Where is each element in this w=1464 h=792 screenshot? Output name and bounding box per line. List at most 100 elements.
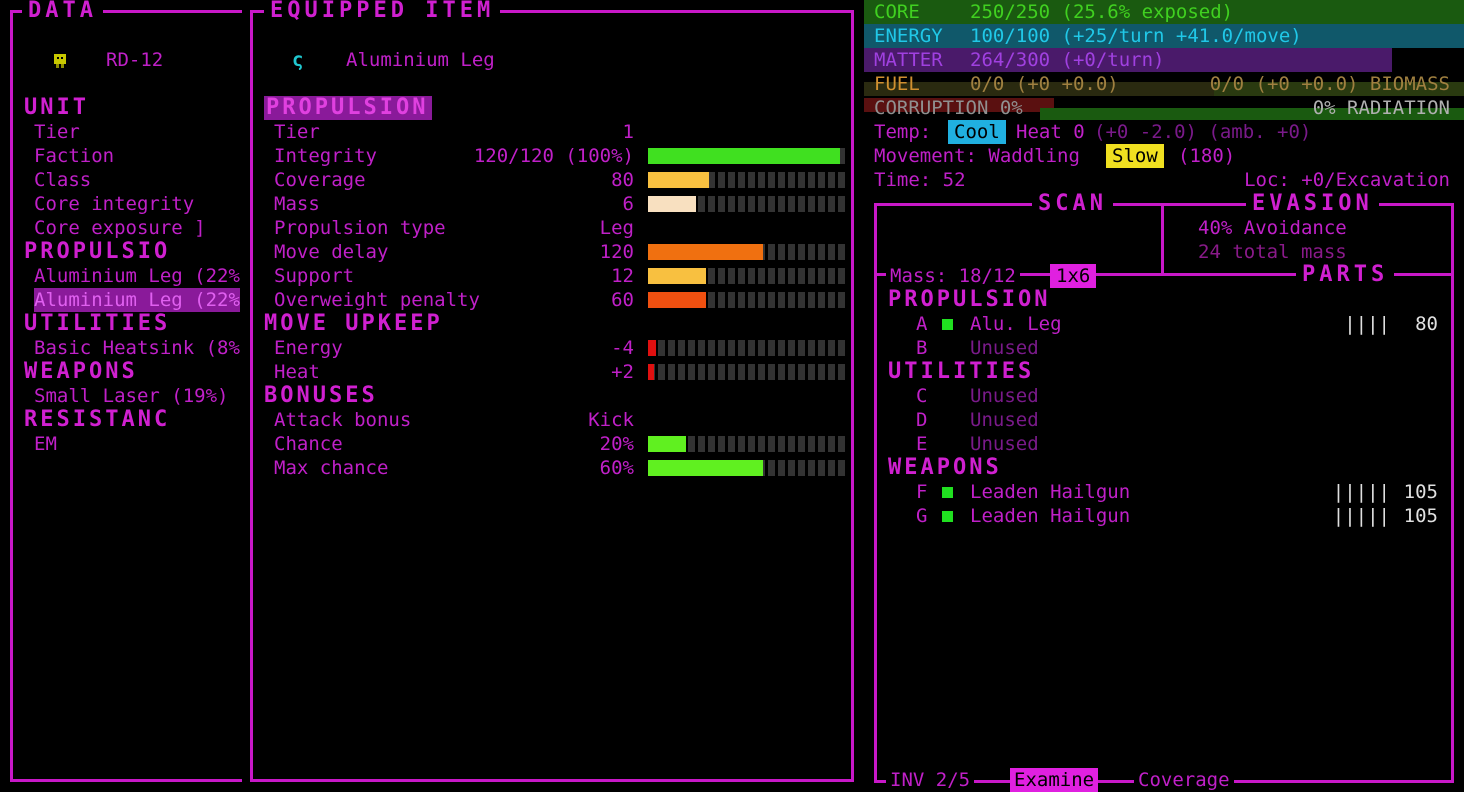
stat-label: Heat [274,361,320,383]
avoidance-text: 40% Avoidance [1198,217,1347,239]
item-name: Aluminium Leg [346,49,495,71]
data-section-header: RESISTANC [24,408,171,432]
slot-value: 80 [1415,313,1438,335]
stat-label: Integrity [274,145,377,167]
biomass-value: 0/0 (+0 +0.0) BIOMASS [1209,73,1450,95]
stat-value: 12 [611,265,634,287]
radiation-value: 0% RADIATION [1312,97,1450,119]
stat-bar [648,460,845,476]
data-panel-title: DATA [22,0,103,22]
slot-name[interactable]: Unused [970,384,1039,408]
parts-group-header: PROPULSION [888,288,1051,312]
stat-label: Attack bonus [274,409,412,431]
equipped-item-title: EQUIPPED ITEM [264,0,501,22]
slot-key[interactable]: E [916,432,927,456]
fuel-value: 0/0 (+0 +0.0) [970,73,1119,95]
stat-label: Move delay [274,241,389,263]
data-section-header: WEAPONS [24,360,138,384]
slot-value: 105 [1403,505,1438,527]
parts-group-header: UTILITIES [888,360,1035,384]
stat-label: Propulsion type [274,217,446,239]
mass-badge[interactable]: 1x6 [1050,264,1097,288]
data-item[interactable]: Aluminium Leg (22% [34,264,240,288]
movement-label: Movement: Waddling [874,145,1080,167]
data-item[interactable]: Core integrity [34,192,240,216]
matter-value: 264/300 (+0/turn) [970,49,1165,71]
slot-name[interactable]: Leaden Hailgun [970,504,1130,528]
stat-bar [648,340,845,356]
robot-icon [52,51,68,68]
stat-bar [648,268,845,284]
slot-status-icon [942,319,953,330]
movement-detail: (180) [1178,145,1236,167]
heat-value: Heat 0 [1016,121,1085,143]
slot-key[interactable]: F [916,480,927,504]
stat-label: Coverage [274,169,366,191]
stat-label: Mass [274,193,320,215]
heat-detail: (+0 -2.0) (amb. +0) [1094,121,1312,143]
stat-value: 60% [599,457,634,479]
data-item[interactable]: Tier [34,120,240,144]
core-label: CORE [874,1,920,23]
stat-bar [648,148,845,164]
scan-title: SCAN [1032,193,1113,215]
data-item[interactable]: Class [34,168,240,192]
item-section-header: MOVE UPKEEP [264,312,443,336]
slot-name[interactable]: Unused [970,432,1039,456]
stat-value: 20% [599,433,634,455]
stat-value: 120 [599,241,634,263]
data-section-header: PROPULSIO [24,240,171,264]
robot-name: RD-12 [106,49,164,71]
stat-value: 6 [622,193,634,215]
data-section-header: UTILITIES [24,312,171,336]
corruption-label: CORRUPTION 0% [874,97,1023,119]
fuel-label: FUEL [874,73,920,95]
leg-icon: ς [292,49,304,71]
parts-title: PARTS [1296,264,1395,286]
slot-key[interactable]: G [916,504,927,528]
stat-value: Kick [588,409,634,431]
energy-label: ENERGY [874,25,943,47]
data-item[interactable]: Faction [34,144,240,168]
time-value: Time: 52 [874,169,966,191]
slot-key[interactable]: B [916,336,927,360]
stat-value: -4 [611,337,634,359]
inv-label[interactable]: INV 2/5 [886,768,975,792]
temp-label: Temp: [874,121,932,143]
slot-name[interactable]: Unused [970,408,1039,432]
slot-name[interactable]: Leaden Hailgun [970,480,1130,504]
slot-integrity-bars: ||||| [1332,505,1390,527]
matter-label: MATTER [874,49,943,71]
slot-key[interactable]: C [916,384,927,408]
stat-value: +2 [611,361,634,383]
data-item[interactable]: Basic Heatsink (8%) [34,336,240,360]
scan-divider-vertical [1161,203,1164,275]
slot-integrity-bars: ||||| [1332,481,1390,503]
stat-label: Energy [274,337,343,359]
item-section-header: BONUSES [264,384,378,408]
stat-label: Support [274,265,355,287]
coverage-button[interactable]: Coverage [1134,768,1234,792]
stat-value: 60 [611,289,634,311]
temp-badge: Cool [948,120,1006,144]
stat-bar [648,196,845,212]
data-item[interactable]: EM [34,432,240,456]
stat-label: Chance [274,433,343,455]
slot-key[interactable]: D [916,408,927,432]
movement-badge: Slow [1106,144,1164,168]
parts-group-header: WEAPONS [888,456,1002,480]
examine-button[interactable]: Examine [1010,768,1099,792]
slot-name[interactable]: Unused [970,336,1039,360]
stat-bar [648,364,845,380]
total-mass-text: 24 total mass [1198,241,1347,263]
slot-key[interactable]: A [916,312,927,336]
data-item[interactable]: Core exposure ] [34,216,240,240]
item-section-header: PROPULSION [264,96,433,120]
data-item[interactable]: Small Laser (19%) [34,384,240,408]
core-value: 250/250 (25.6% exposed) [970,1,1234,23]
stat-value: 80 [611,169,634,191]
stat-value: Leg [599,217,634,239]
location-value: Loc: +0/Excavation [1244,169,1450,191]
data-item[interactable]: Aluminium Leg (22% [34,288,240,312]
slot-name[interactable]: Alu. Leg [970,312,1062,336]
